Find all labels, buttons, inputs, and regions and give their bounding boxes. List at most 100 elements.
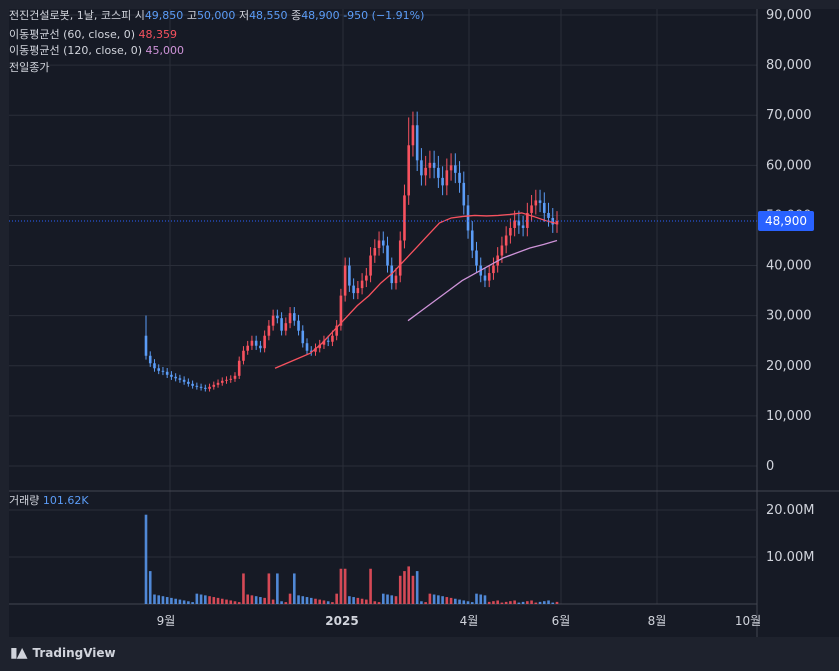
legend-ma120[interactable]: 이동평균선 (120, close, 0) 45,000 xyxy=(9,44,184,58)
candle-body xyxy=(267,325,271,336)
tradingview-logo-icon: ▮▲ xyxy=(10,645,28,661)
candle-body xyxy=(500,245,504,256)
volume-bar xyxy=(339,568,343,604)
candle-body xyxy=(276,315,279,319)
volume-bar xyxy=(504,601,508,604)
volume-bar xyxy=(407,566,411,604)
candle-body xyxy=(331,335,334,342)
volume-bar xyxy=(470,602,474,604)
volume-bar xyxy=(551,602,555,604)
candle-body xyxy=(208,386,211,389)
candle-body xyxy=(326,340,330,342)
candle-body xyxy=(445,170,449,186)
volume-bar xyxy=(428,593,432,604)
legend-ohlc: 전진건설로봇, 1날, 코스피 시49,850 고50,000 저48,550 … xyxy=(9,9,424,23)
legend-low-label: 저 xyxy=(238,9,250,22)
candle-body xyxy=(432,162,436,168)
time-tick-label: 10월 xyxy=(735,614,761,628)
volume-bar xyxy=(216,597,220,604)
volume-bar xyxy=(326,601,330,604)
candle-body xyxy=(458,172,461,183)
volume-bar xyxy=(174,598,177,604)
volume-bar xyxy=(288,593,292,604)
candle-body xyxy=(263,335,266,349)
legend-symbol[interactable]: 전진건설로봇, 1날, 코스피 xyxy=(9,9,131,22)
volume-bar xyxy=(318,599,322,604)
volume-bar xyxy=(530,600,533,604)
volume-bar xyxy=(191,602,194,604)
volume-bar xyxy=(483,595,487,604)
legend-ma60[interactable]: 이동평균선 (60, close, 0) 48,359 xyxy=(9,28,177,42)
candle-body xyxy=(153,363,156,369)
candle-body xyxy=(475,250,478,266)
volume-bar xyxy=(394,596,398,604)
volume-bar xyxy=(229,600,233,604)
candle-body xyxy=(191,383,194,386)
candle-body xyxy=(348,265,351,286)
price-tick-label: 60,000 xyxy=(766,158,812,173)
candle-body xyxy=(242,350,245,361)
volume-bar xyxy=(157,595,161,604)
volume-bar xyxy=(305,597,309,604)
volume-bar xyxy=(437,595,440,604)
volume-bar xyxy=(526,601,529,604)
candle-body xyxy=(377,240,381,249)
legend-ma120-value: 45,000 xyxy=(145,44,185,57)
legend-prev-close[interactable]: 전일종가 xyxy=(9,61,49,75)
volume-bar xyxy=(348,596,351,604)
volume-bar xyxy=(144,514,148,604)
volume-bar xyxy=(212,597,216,604)
volume-legend[interactable]: 거래량 101.62K xyxy=(9,492,89,508)
volume-bar xyxy=(352,597,355,604)
candle-body xyxy=(411,125,415,146)
candle-body xyxy=(199,386,203,388)
volume-bar xyxy=(547,600,550,604)
candle-body xyxy=(369,255,372,276)
volume-bar xyxy=(390,595,394,604)
volume-bar xyxy=(369,568,372,604)
candle-body xyxy=(483,275,487,281)
volume-label: 거래량 xyxy=(9,494,40,507)
volume-bar xyxy=(386,594,389,604)
candle-body xyxy=(297,320,300,331)
volume-bar xyxy=(153,594,156,604)
volume-bar xyxy=(170,597,173,604)
candle-body xyxy=(259,345,262,349)
candle-body xyxy=(542,202,546,213)
volume-bar xyxy=(314,598,317,604)
brand-name: TradingView xyxy=(32,646,116,660)
volume-bar xyxy=(250,595,254,604)
volume-bar xyxy=(415,571,419,604)
candle-body xyxy=(398,240,402,276)
volume-bar xyxy=(356,597,360,604)
candle-body xyxy=(305,343,309,351)
volume-bar xyxy=(365,599,368,604)
legend-ma120-label: 이동평균선 (120, close, 0) xyxy=(9,44,142,57)
candle-body xyxy=(534,200,538,206)
last-price-tag: 48,900 xyxy=(758,211,814,231)
volume-bar xyxy=(187,601,190,604)
time-tick-label: 2025 xyxy=(325,614,358,628)
candle-body xyxy=(292,313,296,321)
volume-bar xyxy=(343,568,347,604)
candle-body xyxy=(492,265,495,274)
candle-body xyxy=(165,371,169,375)
legend-open: 49,850 xyxy=(144,9,184,22)
volume-bar xyxy=(195,593,199,604)
candle-body xyxy=(301,330,305,344)
volume-bar xyxy=(237,602,241,604)
candle-body xyxy=(437,167,440,178)
footer[interactable]: ▮▲ TradingView xyxy=(10,645,116,661)
chart-canvas[interactable]: 90,000 80,000 70,000 60,000 50,000 40,000 30,0… xyxy=(0,0,839,671)
candle-body xyxy=(233,375,237,379)
candle-body xyxy=(250,340,254,346)
volume-bar xyxy=(208,596,211,604)
candle-body xyxy=(407,145,411,196)
candle-body xyxy=(424,167,427,176)
volume-bar xyxy=(297,595,300,604)
candle-body xyxy=(204,387,207,389)
candle-body xyxy=(254,340,258,346)
candle-body xyxy=(466,205,470,231)
time-tick-label: 9월 xyxy=(157,614,176,628)
volume-bar xyxy=(165,597,169,604)
